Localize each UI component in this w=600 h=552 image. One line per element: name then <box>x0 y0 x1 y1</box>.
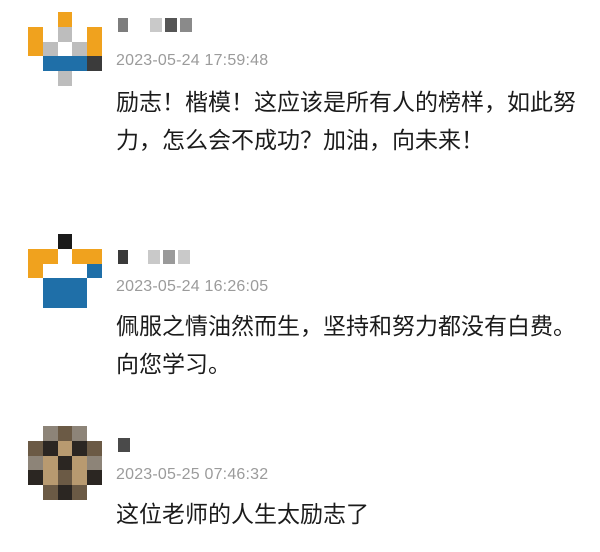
username-redacted[interactable] <box>118 438 130 452</box>
username-redacted[interactable] <box>118 250 190 264</box>
comment-text: 佩服之情油然而生，坚持和努力都没有白费。向您学习。 <box>116 314 576 378</box>
username-redacted[interactable] <box>118 18 192 32</box>
avatar[interactable] <box>28 12 102 86</box>
comment-text: 这位老师的人生太励志了 <box>116 502 369 528</box>
comment-timestamp: 2023-05-24 17:59:48 <box>116 52 269 69</box>
comment-text: 励志！楷模！这应该是所有人的榜样，如此努力，怎么会不成功？加油，向未来！ <box>116 90 576 154</box>
avatar[interactable] <box>28 234 102 308</box>
comment-timestamp: 2023-05-25 07:46:32 <box>116 466 269 483</box>
comment-timestamp: 2023-05-24 16:26:05 <box>116 278 269 295</box>
avatar[interactable] <box>28 426 102 500</box>
